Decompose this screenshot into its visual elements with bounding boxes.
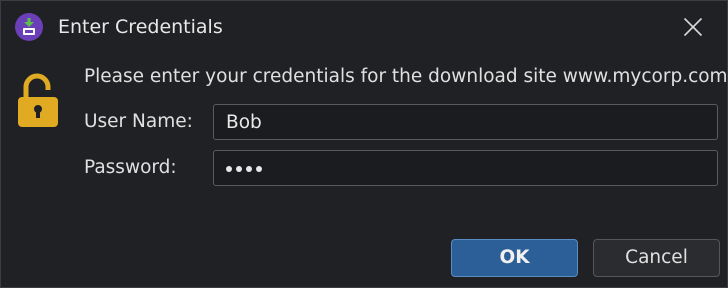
download-app-icon [15, 13, 43, 41]
close-icon [683, 17, 703, 37]
username-input[interactable]: Bob [213, 104, 718, 140]
password-masked-value [226, 158, 705, 180]
password-mask-dot [256, 166, 262, 172]
password-input[interactable] [213, 150, 718, 186]
username-value: Bob [226, 112, 262, 133]
prompt-message: Please enter your credentials for the do… [84, 66, 728, 87]
credentials-dialog: Enter Credentials Please enter your cred… [0, 0, 728, 288]
cancel-button[interactable]: Cancel [593, 239, 720, 277]
ok-button[interactable]: OK [451, 239, 578, 277]
password-mask-dot [246, 166, 252, 172]
window-title: Enter Credentials [58, 16, 223, 38]
password-mask-dot [236, 166, 242, 172]
title-bar: Enter Credentials [1, 1, 727, 57]
password-mask-dot [226, 166, 232, 172]
unlocked-padlock-icon [17, 73, 61, 133]
password-label: Password: [84, 157, 177, 178]
close-button[interactable] [675, 9, 711, 45]
username-label: User Name: [84, 111, 193, 132]
